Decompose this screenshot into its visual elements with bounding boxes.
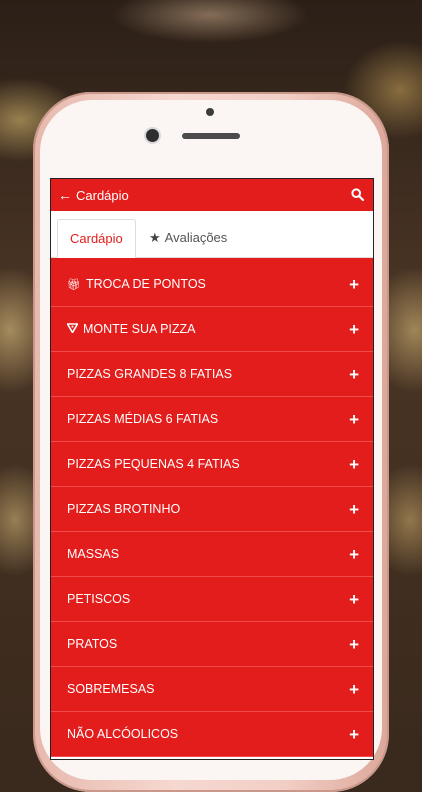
plus-icon[interactable]: +: [349, 321, 359, 338]
list-item-troca-de-pontos[interactable]: 🎁︎ TROCA DE PONTOS +: [51, 262, 373, 307]
list-item-massas[interactable]: MASSAS +: [51, 532, 373, 577]
list-item-pizzas-grandes[interactable]: PIZZAS GRANDES 8 FATIAS +: [51, 352, 373, 397]
pizza-slice-icon: [66, 322, 79, 336]
list-item-pizzas-medias[interactable]: PIZZAS MÉDIAS 6 FATIAS +: [51, 397, 373, 442]
tab-cardapio[interactable]: Cardápio: [57, 219, 136, 258]
plus-icon[interactable]: +: [349, 501, 359, 518]
list-item-label: MASSAS: [67, 547, 120, 561]
tab-label: Avaliações: [164, 230, 228, 245]
list-item-label: MONTE SUA PIZZA: [83, 322, 196, 336]
plus-icon[interactable]: +: [349, 726, 359, 743]
list-item-petiscos[interactable]: PETISCOS +: [51, 577, 373, 622]
list-item-label: PETISCOS: [67, 592, 131, 606]
list-item-label: PIZZAS BROTINHO: [67, 502, 181, 516]
plus-icon[interactable]: +: [349, 276, 359, 293]
list-item-monte-sua-pizza[interactable]: MONTE SUA PIZZA +: [51, 307, 373, 352]
search-icon[interactable]: [351, 188, 365, 202]
list-item-pratos[interactable]: PRATOS +: [51, 622, 373, 667]
plus-icon[interactable]: +: [349, 456, 359, 473]
front-camera: [146, 129, 159, 142]
gift-icon: 🎁︎: [67, 278, 81, 291]
list-item-nao-alcoolicos[interactable]: NÃO ALCÓOLICOS +: [51, 712, 373, 757]
proximity-sensor: [206, 108, 214, 116]
list-item-label: TROCA DE PONTOS: [85, 277, 206, 291]
arrow-left-icon[interactable]: ←: [58, 187, 74, 203]
header-title: Cardápio: [76, 187, 129, 203]
app-header: ← Cardápio: [51, 179, 373, 211]
list-item-pizzas-brotinho[interactable]: PIZZAS BROTINHO +: [51, 487, 373, 532]
plus-icon[interactable]: +: [349, 591, 359, 608]
app-screen: ← Cardápio Cardápio ★ Avaliações 🎁︎ TROC…: [50, 178, 374, 760]
tab-bar: Cardápio ★ Avaliações: [51, 211, 373, 258]
list-item-label: PIZZAS MÉDIAS 6 FATIAS: [67, 412, 219, 426]
tab-label: Cardápio: [70, 231, 123, 246]
tab-avaliacoes[interactable]: ★ Avaliações: [137, 219, 239, 256]
list-item-label: NÃO ALCÓOLICOS: [67, 727, 179, 741]
plus-icon[interactable]: +: [349, 681, 359, 698]
plus-icon[interactable]: +: [349, 636, 359, 653]
earpiece-speaker: [182, 133, 240, 139]
plus-icon[interactable]: +: [349, 546, 359, 563]
list-item-pizzas-pequenas[interactable]: PIZZAS PEQUENAS 4 FATIAS +: [51, 442, 373, 487]
list-item-sobremesas[interactable]: SOBREMESAS +: [51, 667, 373, 712]
list-item-label: PRATOS: [67, 637, 118, 651]
list-item-label: PIZZAS GRANDES 8 FATIAS: [67, 367, 233, 381]
list-item-label: SOBREMESAS: [67, 682, 155, 696]
plus-icon[interactable]: +: [349, 411, 359, 428]
plus-icon[interactable]: +: [349, 366, 359, 383]
star-icon: ★: [149, 229, 161, 245]
menu-category-list: 🎁︎ TROCA DE PONTOS + MONTE SUA PIZZA + P…: [51, 258, 373, 757]
list-item-label: PIZZAS PEQUENAS 4 FATIAS: [67, 457, 240, 471]
